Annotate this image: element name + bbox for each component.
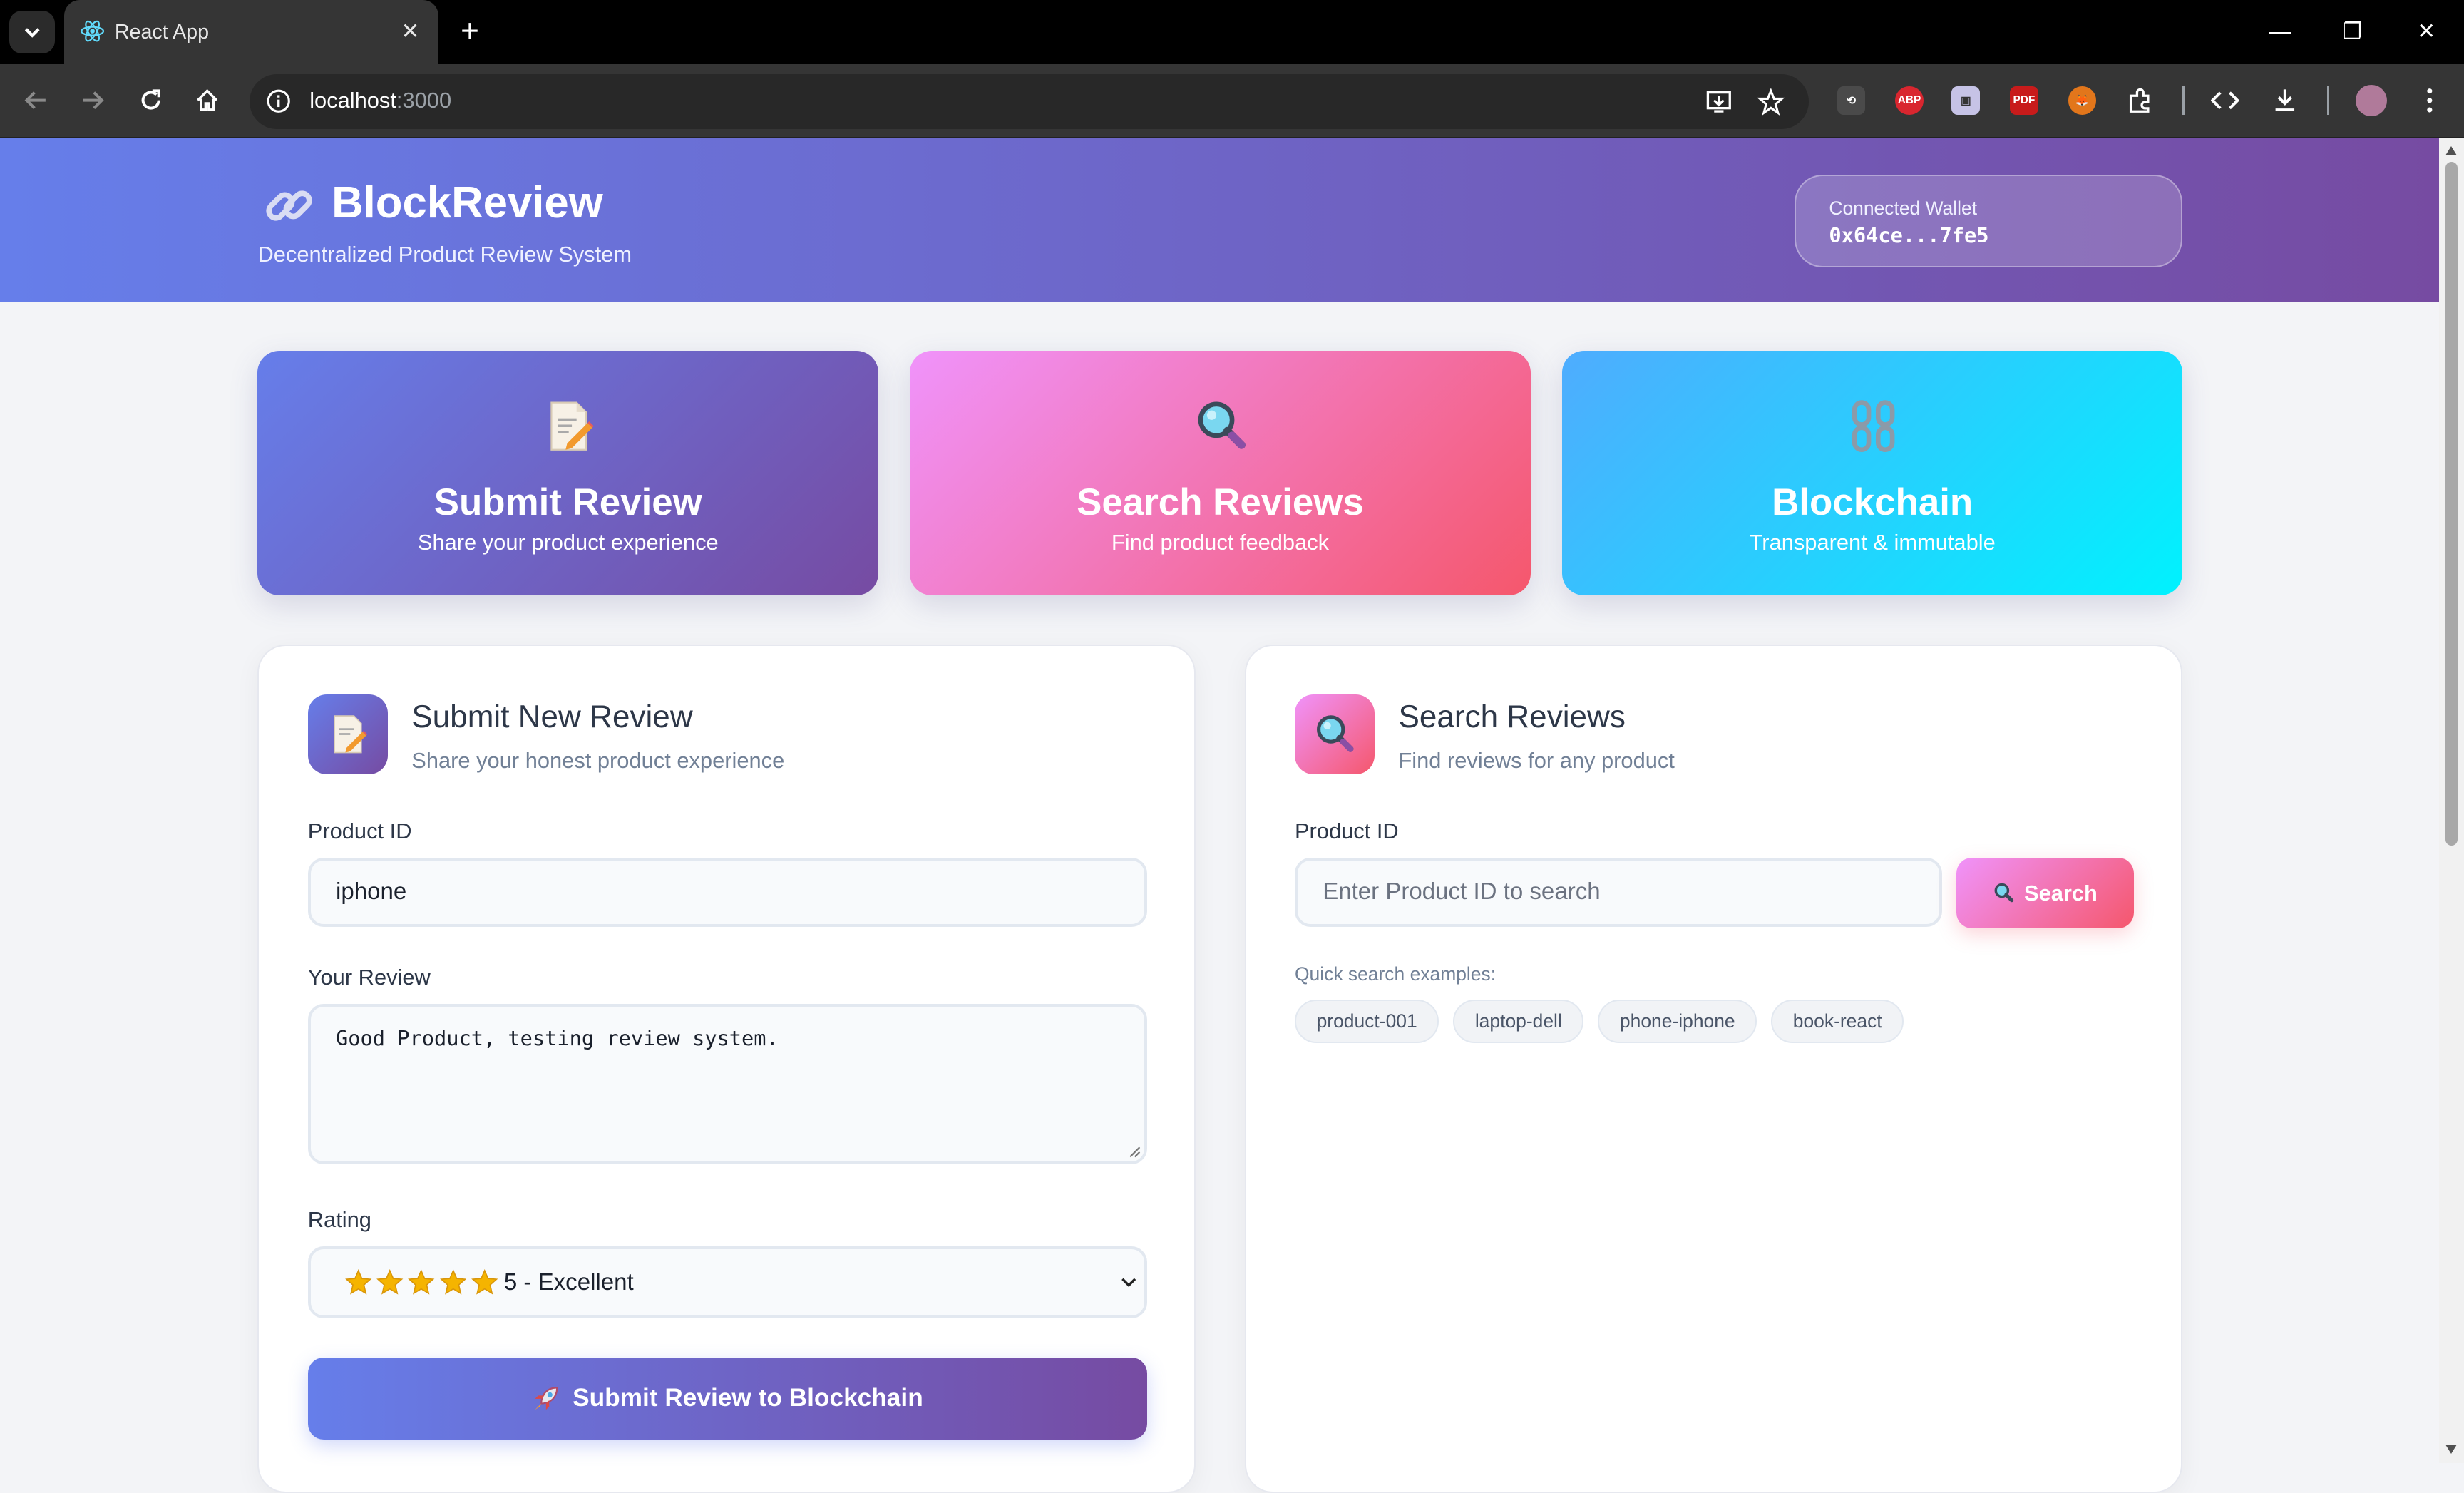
panel-icon-badge [1294, 694, 1375, 775]
memo-icon [550, 401, 595, 451]
star-icon [408, 1269, 435, 1295]
address-bar[interactable]: localhost:3000 [250, 73, 1809, 129]
search-button[interactable]: Search [1956, 858, 2134, 929]
brand-subtitle: Decentralized Product Review System [257, 242, 632, 267]
browser-tab[interactable]: React App ✕ [64, 0, 438, 65]
extensions-puzzle-icon[interactable] [2126, 86, 2155, 115]
submit-review-button[interactable]: Submit Review to Blockchain [307, 1358, 1147, 1440]
magnifier-icon [1198, 401, 1246, 449]
feature-title: Blockchain [1772, 481, 1973, 524]
close-window-icon[interactable]: ✕ [2411, 16, 2442, 47]
memo-icon [334, 715, 368, 754]
new-tab-icon[interactable]: + [454, 15, 486, 47]
rating-value: 5 - Excellent [503, 1269, 634, 1296]
feature-subtitle: Find product feedback [1111, 529, 1330, 555]
app-header: BlockReview Decentralized Product Review… [0, 138, 2439, 302]
toolbar-separator [2182, 86, 2185, 115]
chevron-down-icon [24, 28, 40, 38]
reload-icon[interactable] [135, 85, 167, 116]
home-icon[interactable] [192, 85, 223, 116]
adblock-icon[interactable]: ABP [1895, 86, 1924, 115]
panel-icon-badge [307, 694, 389, 775]
magnifier-icon [1317, 715, 1354, 753]
review-text: Good Product, testing review system. [336, 1025, 779, 1050]
link-icon [266, 190, 312, 221]
chevron-down-icon [1121, 1278, 1136, 1287]
connected-wallet-badge: Connected Wallet 0x64ce...7fe5 [1795, 174, 2183, 267]
browser-tab-bar: React App ✕ + — ❐ ✕ [0, 0, 2464, 65]
product-id-label: Product ID [307, 819, 412, 844]
minimize-icon[interactable]: — [2264, 16, 2296, 47]
review-label: Your Review [307, 965, 431, 990]
pdf-extension-icon[interactable]: PDF [2010, 86, 2038, 115]
feature-card-search: Search Reviews Find product feedback [910, 350, 1531, 596]
scroll-up-arrow-icon[interactable] [2445, 146, 2457, 155]
panel-subtitle: Share your honest product experience [411, 747, 785, 773]
panel-subtitle: Find reviews for any product [1398, 747, 1675, 773]
quick-search-chip[interactable]: book-react [1771, 999, 1904, 1044]
quick-search-chip[interactable]: laptop-dell [1453, 999, 1584, 1044]
forward-icon[interactable] [77, 85, 108, 116]
feature-title: Submit Review [433, 481, 702, 524]
magnifier-icon [1994, 883, 2014, 903]
page-scrollbar[interactable] [2438, 138, 2464, 1463]
tab-search-button[interactable] [9, 11, 56, 53]
feature-title: Search Reviews [1077, 481, 1364, 524]
product-id-input[interactable]: iphone [307, 858, 1147, 928]
search-button-label: Search [2024, 880, 2098, 905]
react-logo-icon [81, 21, 105, 42]
search-input[interactable]: Enter Product ID to search [1294, 858, 1943, 928]
panel-title: Search Reviews [1398, 699, 1626, 734]
bookmark-star-icon[interactable] [1757, 88, 1785, 116]
install-app-icon[interactable] [1705, 88, 1733, 116]
restore-icon[interactable]: ❐ [2336, 16, 2368, 47]
chain-icon [1852, 399, 1895, 452]
extension-image-icon[interactable]: ▣ [1951, 86, 1981, 115]
quick-search-chip[interactable]: phone-iphone [1598, 999, 1757, 1044]
wallet-address: 0x64ce...7fe5 [1829, 222, 1989, 247]
quick-search-chip[interactable]: product-001 [1294, 999, 1439, 1044]
rating-select[interactable]: 5 - Excellent [307, 1246, 1147, 1318]
search-product-id-label: Product ID [1294, 819, 1399, 844]
rating-stars [345, 1269, 498, 1296]
star-icon [376, 1269, 404, 1295]
browser-toolbar: localhost:3000 ⟲ ABP ▣ PDF 🦊 [0, 64, 2464, 138]
rating-label: Rating [307, 1206, 371, 1232]
submit-review-panel: Submit New Review Share your honest prod… [257, 644, 1196, 1493]
download-icon[interactable] [2271, 86, 2299, 115]
submit-button-label: Submit Review to Blockchain [573, 1384, 923, 1412]
devtools-icon[interactable] [2211, 86, 2239, 115]
toolbar-separator [2327, 86, 2329, 115]
feature-card-blockchain: Blockchain Transparent & immutable [1561, 350, 2183, 596]
feature-subtitle: Transparent & immutable [1749, 529, 1996, 555]
extension-sync-icon[interactable]: ⟲ [1837, 86, 1866, 115]
star-icon [439, 1269, 466, 1295]
rocket-icon [535, 1386, 558, 1410]
profile-avatar[interactable] [2355, 85, 2388, 117]
brand-title: BlockReview [332, 178, 603, 228]
feature-card-submit: Submit Review Share your product experie… [257, 350, 879, 596]
panel-title: Submit New Review [411, 699, 693, 734]
site-info-icon[interactable] [265, 88, 292, 114]
menu-dots-icon[interactable] [2416, 86, 2444, 115]
quick-search-label: Quick search examples: [1294, 963, 1497, 985]
feature-subtitle: Share your product experience [417, 529, 719, 555]
star-icon [345, 1269, 372, 1295]
tab-title: React App [114, 20, 210, 43]
quick-search-chips: product-001 laptop-dell phone-iphone boo… [1294, 999, 1904, 1044]
star-icon [471, 1269, 498, 1295]
metamask-icon[interactable]: 🦊 [2068, 86, 2097, 115]
search-reviews-panel: Search Reviews Find reviews for any prod… [1244, 644, 2183, 1493]
scrollbar-thumb[interactable] [2445, 162, 2458, 846]
url-port: :3000 [396, 88, 452, 113]
url-host: localhost [309, 88, 396, 113]
close-tab-icon[interactable]: ✕ [398, 19, 423, 43]
resize-grip-icon[interactable] [1129, 1146, 1141, 1159]
wallet-label: Connected Wallet [1829, 197, 1978, 220]
review-textarea[interactable]: Good Product, testing review system. [307, 1004, 1147, 1165]
scroll-down-arrow-icon[interactable] [2445, 1444, 2457, 1454]
url-text: localhost:3000 [309, 88, 451, 113]
back-icon[interactable] [21, 85, 52, 116]
